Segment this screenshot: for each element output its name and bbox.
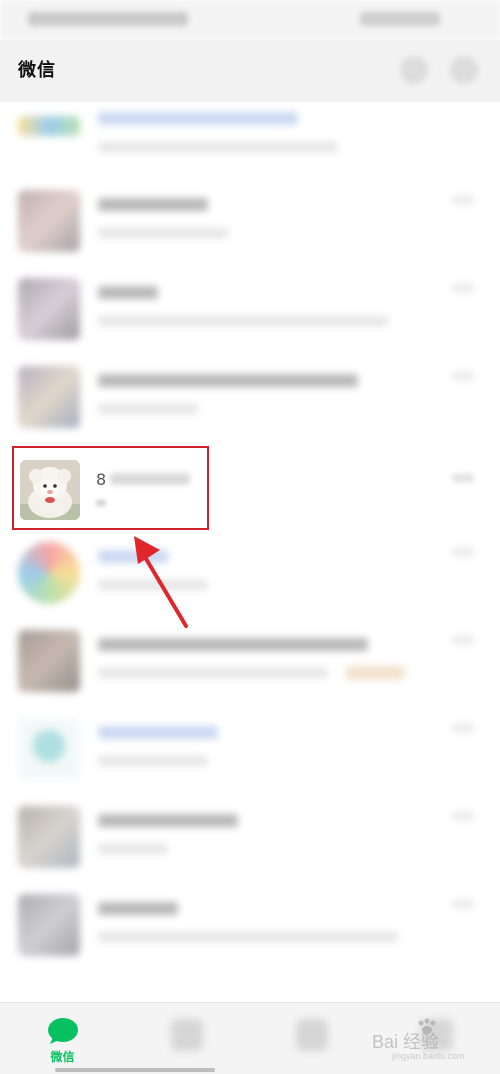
avatar — [18, 806, 80, 868]
chat-row[interactable] — [0, 352, 500, 440]
chat-preview-blurred — [98, 142, 338, 152]
chat-row[interactable] — [0, 176, 500, 264]
chat-list — [0, 102, 500, 1002]
chat-preview-blurred — [98, 756, 208, 766]
baidu-jingyan-watermark: Bai 经验 jingyan.baidu.com — [372, 1018, 482, 1061]
chat-row[interactable] — [0, 880, 500, 968]
watermark-subtext: jingyan.baidu.com — [392, 1051, 465, 1061]
app-header: 微信 — [0, 40, 500, 102]
discover-icon — [296, 1019, 328, 1051]
chat-bubble-icon — [48, 1018, 78, 1044]
chat-name-blurred — [98, 112, 298, 125]
avatar — [18, 278, 80, 340]
chat-preview-blurred — [98, 932, 398, 942]
chat-preview-blurred — [98, 404, 198, 414]
chat-name-blurred — [98, 902, 178, 915]
chat-preview-blurred — [98, 316, 388, 326]
chat-name-blurred — [98, 374, 358, 387]
chat-row[interactable] — [0, 704, 500, 792]
chat-name-blurred — [98, 814, 238, 827]
chat-time-blurred — [452, 900, 474, 908]
search-icon[interactable] — [400, 56, 428, 84]
page-title: 微信 — [18, 60, 56, 81]
status-bar-right-blurred — [360, 12, 440, 26]
chat-time-blurred — [452, 636, 474, 644]
chat-name-blurred — [98, 726, 218, 739]
avatar — [18, 190, 80, 252]
chat-name-blurred — [98, 198, 208, 211]
tab-contacts[interactable] — [125, 1003, 250, 1074]
chat-row[interactable] — [0, 792, 500, 880]
chat-time-blurred — [452, 372, 474, 380]
avatar — [18, 894, 80, 956]
chat-time-blurred — [452, 196, 474, 204]
tab-discover[interactable] — [250, 1003, 375, 1074]
plus-icon[interactable] — [450, 56, 478, 84]
avatar — [18, 630, 80, 692]
chat-time-blurred — [452, 812, 474, 820]
chat-time-blurred — [452, 724, 474, 732]
chat-time-blurred — [452, 548, 474, 556]
tab-chats[interactable]: 微信 — [0, 1003, 125, 1074]
avatar — [18, 116, 80, 136]
chat-name-blurred — [98, 286, 158, 299]
highlight-box — [12, 446, 209, 530]
home-indicator — [55, 1068, 215, 1072]
chat-time-blurred — [452, 284, 474, 292]
red-arrow-annotation — [134, 536, 188, 628]
chat-preview-blurred — [98, 668, 328, 678]
chat-row[interactable] — [0, 528, 500, 616]
contacts-icon — [171, 1019, 203, 1051]
highlighted-chat-time-blurred — [452, 474, 474, 482]
chat-row[interactable] — [0, 102, 500, 178]
tab-chats-label: 微信 — [50, 1050, 75, 1064]
chat-preview-blurred — [98, 844, 168, 854]
status-bar — [0, 0, 500, 40]
status-bar-left-blurred — [28, 12, 188, 26]
chat-preview-blurred — [98, 228, 228, 238]
chat-row[interactable] — [0, 616, 500, 704]
chat-row[interactable] — [0, 264, 500, 352]
avatar — [18, 718, 80, 780]
avatar — [18, 542, 80, 604]
chat-tag-blurred — [345, 666, 405, 680]
avatar — [18, 366, 80, 428]
